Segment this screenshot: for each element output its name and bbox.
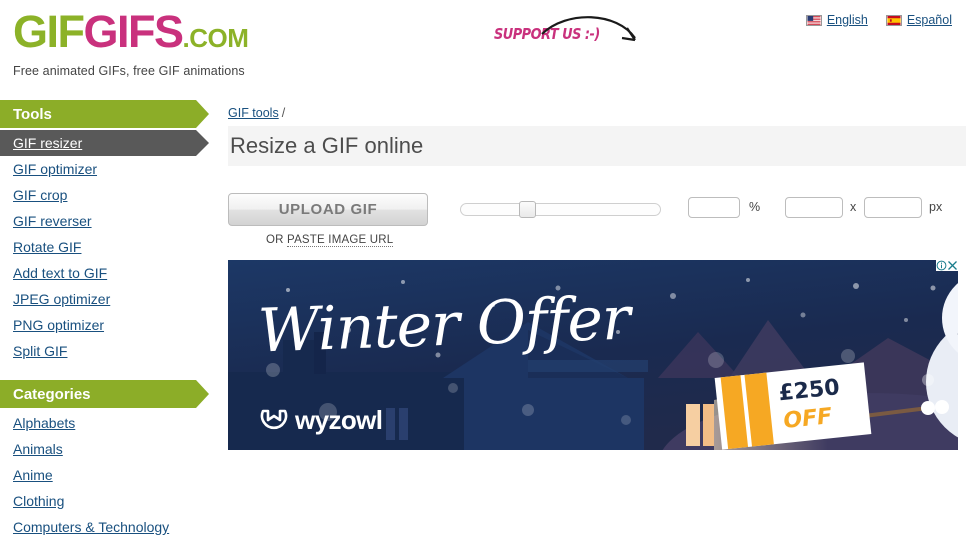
sidebar-heading-tools: Tools	[0, 100, 215, 128]
sidebar-heading-categories: Categories	[0, 380, 215, 408]
height-input[interactable]	[864, 197, 922, 218]
sidebar-item-split-gif[interactable]: Split GIF	[0, 338, 215, 364]
breadcrumb: GIF tools /	[228, 100, 966, 126]
support-us-banner[interactable]: SUPPORT US :-)	[487, 8, 652, 56]
ad-headline: Winter Offer	[256, 283, 631, 367]
language-selector: English Español	[805, 13, 952, 27]
sidebar-link-png-optimizer[interactable]: PNG optimizer	[13, 317, 104, 333]
sidebar-link-gif-resizer[interactable]: GIF resizer	[13, 135, 82, 151]
sidebar-link-animals[interactable]: Animals	[13, 441, 63, 457]
sidebar-link-clothing[interactable]: Clothing	[13, 493, 64, 509]
sidebar-link-rotate-gif[interactable]: Rotate GIF	[13, 239, 81, 255]
breadcrumb-separator: /	[281, 106, 286, 120]
advertisement-banner[interactable]: Winter Offer wyzowl £250 OFF	[228, 260, 958, 450]
sidebar-item-rotate-gif[interactable]: Rotate GIF	[0, 234, 215, 260]
logo-part-1: GIF	[13, 6, 85, 57]
breadcrumb-link-gif-tools[interactable]: GIF tools	[228, 106, 279, 120]
sidebar-item-add-text-to-gif[interactable]: Add text to GIF	[0, 260, 215, 286]
paste-image-url-link[interactable]: PASTE IMAGE URL	[287, 234, 394, 247]
language-option-english[interactable]: English	[805, 13, 868, 27]
slider-handle[interactable]	[518, 201, 536, 218]
us-flag-icon	[805, 14, 822, 26]
paste-prefix-label: OR	[266, 234, 288, 246]
es-flag-icon	[885, 14, 902, 26]
resize-controls: UPLOAD GIF OR PASTE IMAGE URL % x px	[228, 184, 966, 248]
sidebar-link-computers-technology[interactable]: Computers & Technology	[13, 519, 169, 535]
slider-track[interactable]	[460, 203, 661, 216]
logo-domain-suffix: .COM	[182, 23, 249, 53]
page-body: Tools GIF resizer GIF optimizer GIF crop…	[0, 100, 966, 558]
sidebar-item-png-optimizer[interactable]: PNG optimizer	[0, 312, 215, 338]
sidebar-heading-categories-label: Categories	[13, 385, 91, 403]
ad-price-amount: £250	[777, 375, 841, 407]
sidebar-item-animals[interactable]: Animals	[0, 436, 215, 462]
page-title: Resize a GIF online	[230, 133, 424, 158]
ad-controls	[936, 260, 958, 271]
paste-image-url-row: OR PASTE IMAGE URL	[266, 234, 394, 247]
sidebar-link-alphabets[interactable]: Alphabets	[13, 415, 75, 431]
percent-unit-label: %	[749, 200, 761, 214]
sidebar-item-computers-technology[interactable]: Computers & Technology	[0, 514, 215, 540]
sidebar-heading-tools-label: Tools	[13, 105, 52, 123]
logo-wordmark: GIFGIFS.COM	[13, 6, 249, 62]
main-content: GIF tools / Resize a GIF online UPLOAD G…	[228, 100, 966, 450]
sidebar-link-gif-optimizer[interactable]: GIF optimizer	[13, 161, 97, 177]
sidebar-tools-list: GIF resizer GIF optimizer GIF crop GIF r…	[0, 130, 215, 364]
sidebar-link-gif-reverser[interactable]: GIF reverser	[13, 213, 92, 229]
site-logo[interactable]: GIFGIFS.COM Free animated GIFs, free GIF…	[13, 6, 249, 79]
sidebar-link-gif-crop[interactable]: GIF crop	[13, 187, 67, 203]
sidebar-item-clothing[interactable]: Clothing	[0, 488, 215, 514]
site-tagline: Free animated GIFs, free GIF animations	[13, 64, 245, 78]
sidebar-link-jpeg-optimizer[interactable]: JPEG optimizer	[13, 291, 110, 307]
site-header: GIFGIFS.COM Free animated GIFs, free GIF…	[0, 0, 966, 100]
ad-price-off-label: OFF	[782, 404, 834, 435]
ad-brand-name: wyzowl	[295, 405, 383, 435]
language-link-spanish[interactable]: Español	[907, 13, 952, 27]
dimension-separator-label: x	[850, 200, 857, 214]
sidebar-item-alphabets[interactable]: Alphabets	[0, 410, 215, 436]
ad-close-icon[interactable]	[947, 260, 958, 271]
sidebar-link-add-text-to-gif[interactable]: Add text to GIF	[13, 265, 107, 281]
percent-input[interactable]	[688, 197, 740, 218]
upload-gif-button[interactable]: UPLOAD GIF	[228, 193, 428, 226]
sidebar-item-gif-optimizer[interactable]: GIF optimizer	[0, 156, 215, 182]
wyzowl-mark-icon	[260, 409, 288, 429]
sidebar-item-gif-reverser[interactable]: GIF reverser	[0, 208, 215, 234]
px-unit-label: px	[929, 200, 943, 214]
sidebar-item-anime[interactable]: Anime	[0, 462, 215, 488]
page-title-bar: Resize a GIF online	[228, 126, 966, 166]
ad-brand-logo: wyzowl	[260, 405, 383, 436]
sidebar-item-jpeg-optimizer[interactable]: JPEG optimizer	[0, 286, 215, 312]
language-link-english[interactable]: English	[827, 13, 868, 27]
sidebar-categories-list: Alphabets Animals Anime Clothing Compute…	[0, 410, 215, 540]
curved-arrow-icon	[541, 16, 636, 42]
sidebar: Tools GIF resizer GIF optimizer GIF crop…	[0, 100, 215, 540]
sidebar-link-split-gif[interactable]: Split GIF	[13, 343, 67, 359]
sidebar-item-gif-resizer[interactable]: GIF resizer	[0, 130, 215, 156]
language-option-spanish[interactable]: Español	[885, 13, 952, 27]
adchoices-info-icon[interactable]	[936, 260, 947, 271]
sidebar-link-anime[interactable]: Anime	[13, 467, 53, 483]
logo-part-2: GIFS	[83, 6, 185, 57]
resize-slider[interactable]	[460, 201, 661, 218]
width-input[interactable]	[785, 197, 843, 218]
sidebar-item-gif-crop[interactable]: GIF crop	[0, 182, 215, 208]
